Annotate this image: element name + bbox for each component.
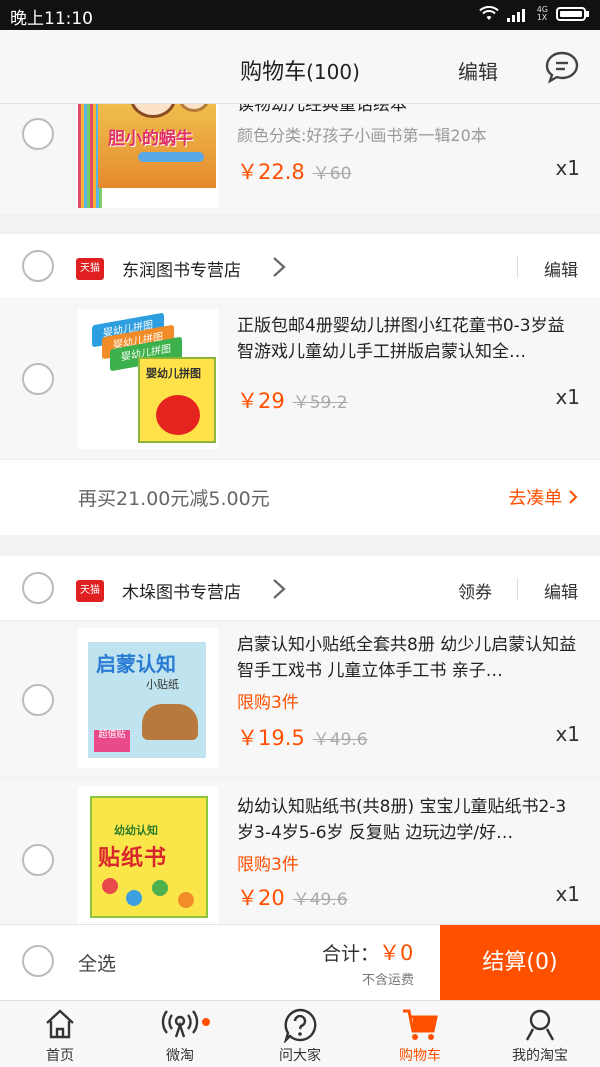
page-title: 购物车(100): [240, 60, 360, 85]
product-price: ￥22.8 ￥60: [237, 160, 352, 184]
product-price: ￥29 ￥59.2: [237, 389, 348, 413]
store-name[interactable]: 木垛图书专营店: [122, 578, 241, 603]
cover-title: 贴纸书: [98, 846, 168, 871]
cover-tag: 超值贴: [94, 730, 130, 752]
status-icons: 4G 1X: [479, 6, 590, 22]
top-nav: 购物车(100) 编辑: [0, 30, 600, 104]
promo-text: 再买21.00元减5.00元: [78, 488, 270, 510]
notification-dot: [202, 1018, 210, 1026]
cart-item[interactable]: 婴幼儿拼图 婴幼儿拼图 婴幼儿拼图 婴幼儿拼图 正版包邮4册婴幼儿拼图小红花童书…: [0, 299, 600, 459]
product-quantity: x1: [555, 882, 580, 906]
original-price: ￥49.6: [292, 890, 348, 910]
cover-title: 婴幼儿拼图: [146, 367, 201, 380]
cover-title: 启蒙认知: [96, 652, 176, 676]
purchase-limit: 限购3件: [237, 855, 299, 875]
product-quantity: x1: [555, 385, 580, 409]
original-price: ￥59.2: [292, 393, 348, 413]
coupon-button[interactable]: 领券: [458, 578, 492, 603]
item-checkbox[interactable]: [22, 844, 54, 876]
store-checkbox[interactable]: [22, 572, 54, 604]
product-title[interactable]: 启蒙认知小贴纸全套共8册 幼少儿启蒙认知益智手工戏书 儿童立体手工书 亲子…: [237, 632, 580, 684]
product-quantity: x1: [555, 156, 580, 180]
checkout-button[interactable]: 结算(0): [440, 925, 600, 1001]
product-title[interactable]: 正版包邮4册婴幼儿拼图小红花童书0-3岁益智游戏儿童幼儿手工拼版启蒙认知全…: [237, 313, 580, 365]
checkout-bar: 全选 合计：￥0 不含运费 结算(0): [0, 924, 600, 1001]
edit-cart-button[interactable]: 编辑: [458, 56, 498, 85]
tab-my-taobao[interactable]: 我的淘宝: [480, 1001, 600, 1067]
tab-label: 我的淘宝: [512, 1048, 568, 1064]
store-edit-button[interactable]: 编辑: [544, 256, 578, 281]
item-checkbox[interactable]: [22, 684, 54, 716]
tab-label: 问大家: [279, 1048, 321, 1064]
product-thumbnail[interactable]: 婴幼儿拼图 婴幼儿拼图 婴幼儿拼图 婴幼儿拼图: [78, 309, 218, 449]
tab-label: 微淘: [166, 1048, 194, 1064]
tab-ask[interactable]: 问大家: [240, 1001, 360, 1067]
store-name[interactable]: 东润图书专营店: [122, 256, 241, 281]
broadcast-icon: [161, 1010, 199, 1038]
tab-label: 购物车: [399, 1048, 441, 1064]
original-price: ￥60: [312, 164, 352, 184]
item-checkbox[interactable]: [22, 363, 54, 395]
store-header: 天猫 木垛图书专营店 领券 编辑: [0, 556, 600, 620]
shipping-note: 不含运费: [362, 973, 415, 988]
purchase-limit: 限购3件: [237, 693, 299, 713]
tab-label: 首页: [46, 1048, 74, 1064]
signal-icon: [506, 9, 525, 22]
message-icon[interactable]: [544, 50, 580, 88]
tmall-badge-icon: 天猫: [76, 580, 104, 602]
tab-cart[interactable]: 购物车: [360, 1001, 480, 1067]
product-thumbnail[interactable]: 胆小的蜗牛: [78, 104, 218, 208]
promo-row: 再买21.00元减5.00元 去凑单: [0, 459, 600, 535]
chevron-right-icon[interactable]: [272, 578, 286, 600]
store-checkbox[interactable]: [22, 250, 54, 282]
tab-home[interactable]: 首页: [0, 1001, 120, 1067]
product-price: ￥20 ￥49.6: [237, 886, 348, 910]
product-title[interactable]: 读物幼儿经典童话绘本: [237, 104, 580, 118]
total-amount: ￥0: [379, 941, 414, 965]
original-price: ￥49.6: [312, 730, 368, 750]
bottom-tab-bar: 首页 微淘 问大家 购物车 我的淘宝: [0, 1000, 600, 1067]
wifi-icon: [479, 6, 499, 20]
item-checkbox[interactable]: [22, 118, 54, 150]
product-sku[interactable]: 颜色分类:好孩子小画书第一辑20本: [237, 122, 487, 146]
total-price: 合计：￥0: [322, 941, 414, 965]
product-thumbnail[interactable]: 幼幼认知 贴纸书: [78, 786, 218, 924]
cover-subtitle: 幼幼认知: [114, 824, 158, 837]
promo-link[interactable]: 去凑单: [508, 484, 578, 510]
product-title[interactable]: 幼幼认知贴纸书(共8册) 宝宝儿童贴纸书2-3岁3-4岁5-6岁 反复贴 边玩边…: [237, 794, 580, 846]
status-bar: 晚上11:10 4G 1X: [0, 0, 600, 30]
cover-title: 胆小的蜗牛: [108, 129, 193, 149]
status-time: 晚上11:10: [10, 9, 93, 29]
product-thumbnail[interactable]: 启蒙认知 小贴纸 超值贴: [78, 628, 218, 768]
profile-icon: [525, 1009, 555, 1041]
chevron-right-icon[interactable]: [272, 256, 286, 278]
cart-item[interactable]: 启蒙认知 小贴纸 超值贴 启蒙认知小贴纸全套共8册 幼少儿启蒙认知益智手工戏书 …: [0, 622, 600, 776]
home-icon: [46, 1009, 74, 1039]
cover-subtitle: 小贴纸: [146, 678, 179, 691]
cart-item[interactable]: 胆小的蜗牛 读物幼儿经典童话绘本 颜色分类:好孩子小画书第一辑20本 ￥22.8…: [0, 104, 600, 214]
product-quantity: x1: [555, 722, 580, 746]
chevron-right-icon: [569, 490, 578, 504]
select-all-label[interactable]: 全选: [78, 949, 116, 976]
network-type: 4G 1X: [536, 5, 548, 22]
select-all-checkbox[interactable]: [22, 945, 54, 977]
tmall-badge-icon: 天猫: [76, 258, 104, 280]
cart-list[interactable]: 胆小的蜗牛 读物幼儿经典童话绘本 颜色分类:好孩子小画书第一辑20本 ￥22.8…: [0, 104, 600, 924]
product-price: ￥19.5 ￥49.6: [237, 726, 368, 750]
cart-item[interactable]: 幼幼认知 贴纸书 幼幼认知贴纸书(共8册) 宝宝儿童贴纸书2-3岁3-4岁5-6…: [0, 780, 600, 924]
cart-icon: [403, 1009, 438, 1040]
store-edit-button[interactable]: 编辑: [544, 578, 578, 603]
store-header: 天猫 东润图书专营店 编辑: [0, 234, 600, 298]
question-icon: [283, 1008, 317, 1043]
tab-weitao[interactable]: 微淘: [120, 1001, 240, 1067]
battery-icon: [556, 7, 589, 21]
